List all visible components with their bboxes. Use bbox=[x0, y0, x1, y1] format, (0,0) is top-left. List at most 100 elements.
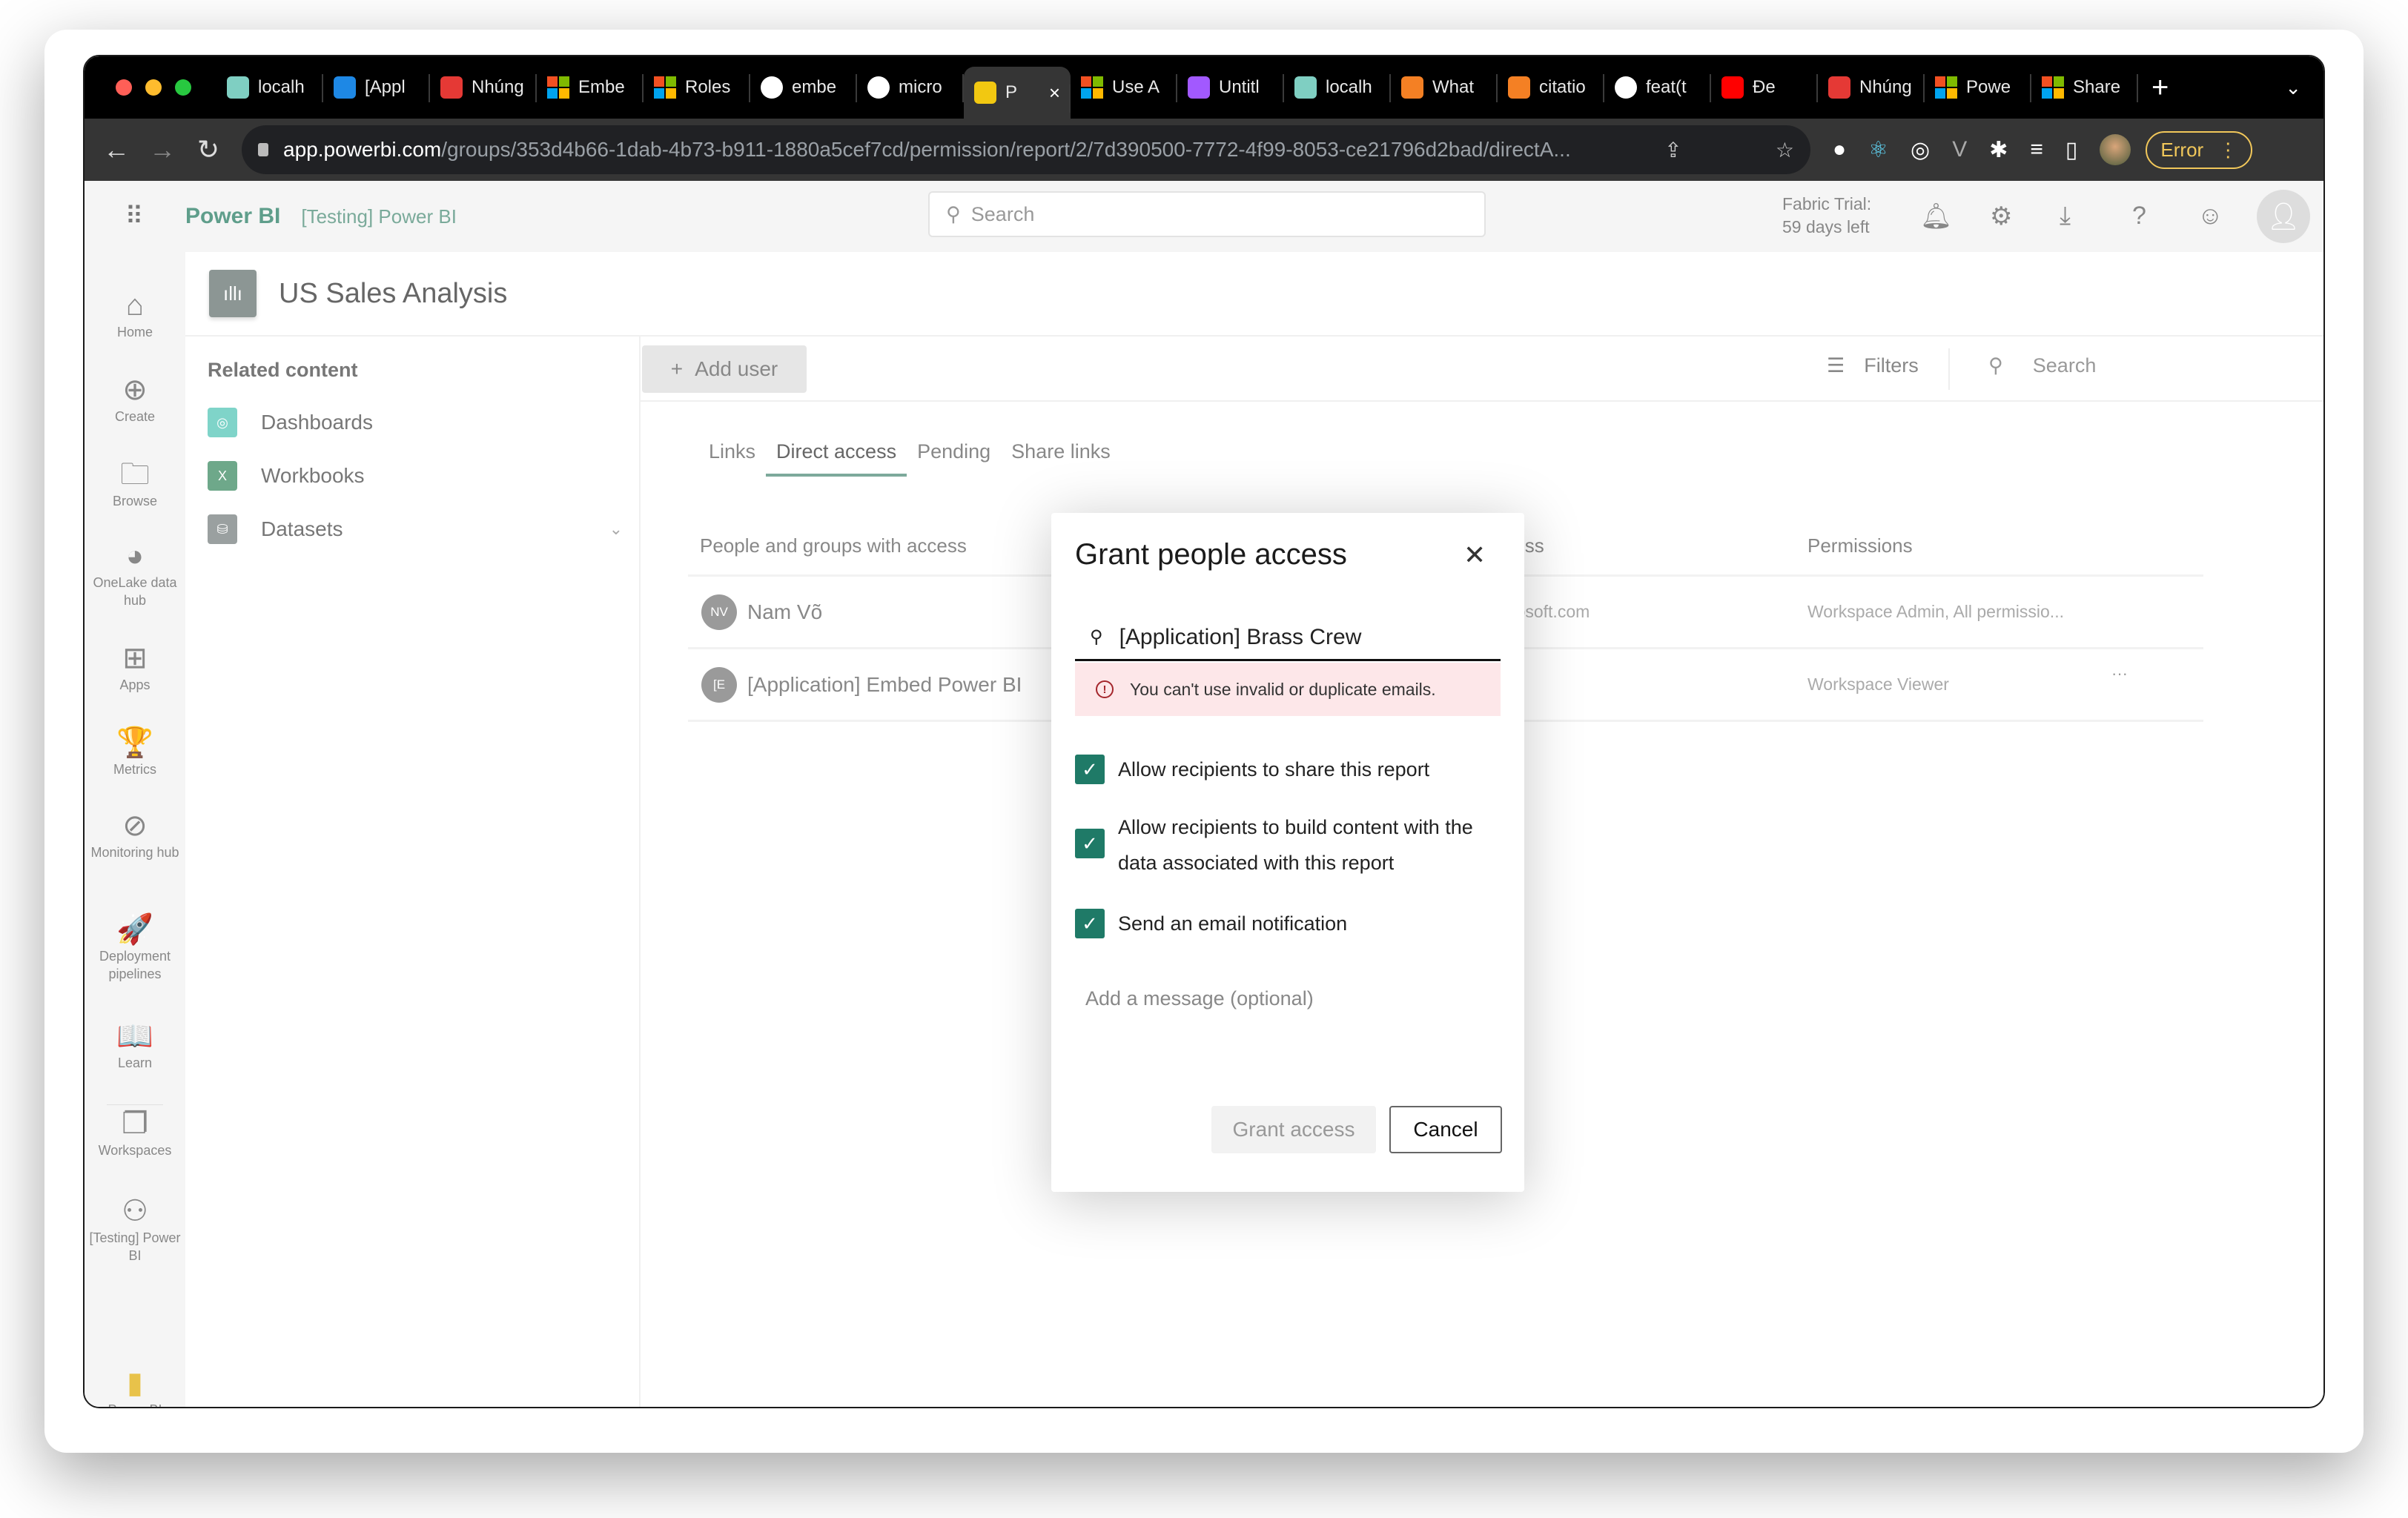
chevron-down-icon[interactable]: ⌄ bbox=[609, 520, 623, 539]
nav-item-powerbi-logo[interactable]: ▮ Power BI bbox=[85, 1365, 185, 1407]
column-header-people[interactable]: People and groups with access bbox=[700, 534, 967, 557]
email-notification-checkbox[interactable]: ✓ Send an email notification bbox=[1075, 906, 1501, 941]
browser-tab[interactable]: localh bbox=[216, 56, 323, 119]
tab-strip: localh [Appl Nhúng Embe Roles embe micro P × Use … bbox=[85, 56, 2323, 119]
browser-tab[interactable]: Untitl bbox=[1177, 56, 1284, 119]
browser-tab[interactable]: Nhúng bbox=[430, 56, 537, 119]
nav-item-workspaces[interactable]: ❐ Workspaces bbox=[85, 1106, 185, 1159]
grant-access-button[interactable]: Grant access bbox=[1211, 1106, 1376, 1153]
minimize-window-button[interactable] bbox=[145, 79, 162, 96]
nav-item-deployment-pipelines[interactable]: 🚀 Deployment pipelines bbox=[85, 912, 185, 983]
feedback-smiley-icon[interactable]: ☺ bbox=[2197, 202, 2223, 231]
browser-tab[interactable]: feat(t bbox=[1604, 56, 1711, 119]
url-input[interactable]: app.powerbi.com /groups/353d4b66-1dab-4b… bbox=[242, 125, 1810, 174]
new-tab-button[interactable]: + bbox=[2151, 71, 2169, 105]
youtube-icon bbox=[1721, 76, 1744, 99]
browser-tab[interactable]: Đe bbox=[1711, 56, 1818, 119]
nav-item-onelake[interactable]: ◕ OneLake data hub bbox=[85, 538, 185, 609]
tab-share-links[interactable]: Share links bbox=[1001, 440, 1121, 477]
browser-tab[interactable]: citatio bbox=[1498, 56, 1604, 119]
add-user-button[interactable]: + Add user bbox=[642, 345, 807, 393]
browser-tab[interactable]: Powe bbox=[1925, 56, 2031, 119]
browser-tab[interactable]: embe bbox=[750, 56, 857, 119]
more-options-icon[interactable]: ··· bbox=[2111, 664, 2128, 683]
nav-item-monitoring[interactable]: ⊘ Monitoring hub bbox=[85, 808, 185, 861]
microsoft-icon bbox=[1935, 76, 1957, 99]
cancel-button[interactable]: Cancel bbox=[1389, 1106, 1502, 1153]
browser-tab[interactable]: What bbox=[1391, 56, 1498, 119]
nav-item-learn[interactable]: 📖 Learn bbox=[85, 1018, 185, 1072]
nav-item-browse[interactable]: 🗀 Browse bbox=[85, 457, 185, 510]
forward-icon[interactable]: → bbox=[139, 134, 185, 165]
nav-item-workspace[interactable]: ⚇ [Testing] Power BI bbox=[85, 1193, 185, 1265]
search-icon: ⚲ bbox=[946, 202, 961, 225]
react-devtools-icon[interactable]: ⚛ bbox=[1868, 137, 1888, 163]
vue-devtools-icon[interactable]: V bbox=[1952, 137, 1967, 162]
maximize-window-button[interactable] bbox=[175, 79, 191, 96]
tab-title: localh bbox=[1326, 77, 1372, 97]
bell-icon[interactable]: 🔔︎ bbox=[1920, 202, 1952, 231]
nav-item-metrics[interactable]: 🏆 Metrics bbox=[85, 725, 185, 778]
gear-icon[interactable]: ⚙ bbox=[1990, 202, 2012, 231]
people-picker-input[interactable]: ⚲ [Application] Brass Crew bbox=[1075, 615, 1501, 661]
table-search-placeholder: Search bbox=[2032, 354, 2097, 377]
google-icon bbox=[761, 76, 783, 99]
deployment-pipelines-icon: 🚀 bbox=[116, 913, 153, 946]
nav-item-apps[interactable]: ⊞ Apps bbox=[85, 640, 185, 694]
nav-item-home[interactable]: ⌂ Home bbox=[85, 288, 185, 341]
reload-icon[interactable]: ↻ bbox=[185, 134, 231, 165]
share-report-checkbox[interactable]: ✓ Allow recipients to share this report bbox=[1075, 752, 1501, 787]
url-path: /groups/353d4b66-1dab-4b73-b911-1880a5ce… bbox=[441, 138, 1571, 161]
related-item-dashboards[interactable]: ◎ Dashboards bbox=[208, 408, 623, 437]
tab-direct-access[interactable]: Direct access bbox=[766, 440, 907, 477]
media-icon[interactable]: ≡ bbox=[2030, 137, 2043, 162]
target-extension-icon[interactable]: ◎ bbox=[1911, 137, 1930, 163]
error-button[interactable]: Error ⋮ bbox=[2146, 130, 2253, 169]
download-icon[interactable]: ⤓ bbox=[2060, 202, 2071, 231]
access-tabs: Links Direct access Pending Share links bbox=[698, 440, 1121, 477]
back-icon[interactable]: ← bbox=[93, 134, 139, 165]
browser-tab[interactable]: micro bbox=[857, 56, 964, 119]
app-launcher-icon[interactable]: ⠿ bbox=[85, 202, 185, 231]
user-avatar[interactable]: 👤︎ bbox=[2257, 190, 2310, 243]
browser-tabs: localh [Appl Nhúng Embe Roles embe micro P × Use … bbox=[216, 56, 2138, 119]
global-search-input[interactable]: ⚲ Search bbox=[928, 191, 1486, 237]
browser-tab[interactable]: Use A bbox=[1071, 56, 1177, 119]
puzzle-icon[interactable]: ✱ bbox=[1989, 137, 2008, 163]
browser-tab[interactable]: Embe bbox=[537, 56, 644, 119]
workspace-breadcrumb[interactable]: [Testing] Power BI bbox=[301, 205, 457, 228]
profile-avatar[interactable] bbox=[2100, 134, 2131, 165]
tab-links[interactable]: Links bbox=[698, 440, 766, 477]
brand-link[interactable]: Power BI bbox=[185, 204, 280, 229]
browser-tab[interactable]: Share bbox=[2031, 56, 2138, 119]
sidepanel-icon[interactable]: ▯ bbox=[2065, 137, 2078, 163]
add-user-label: Add user bbox=[695, 357, 778, 380]
column-header-permissions[interactable]: Permissions bbox=[1807, 534, 1913, 557]
message-textarea[interactable]: Add a message (optional) bbox=[1085, 987, 1314, 1010]
browser-tab[interactable]: Roles bbox=[644, 56, 750, 119]
filters-button[interactable]: ☰ Filters bbox=[1827, 354, 1919, 377]
checkmark-icon: ✓ bbox=[1075, 755, 1105, 784]
build-content-checkbox[interactable]: ✓ Allow recipients to build content with… bbox=[1075, 809, 1501, 881]
close-window-button[interactable] bbox=[116, 79, 132, 96]
close-tab-icon[interactable]: × bbox=[1049, 82, 1060, 105]
browser-tab[interactable]: [Appl bbox=[323, 56, 430, 119]
share-icon[interactable]: ⇪ bbox=[1650, 138, 1681, 162]
tab-list-chevron-icon[interactable]: ⌄ bbox=[2285, 76, 2301, 99]
tab-pending[interactable]: Pending bbox=[907, 440, 1001, 477]
browser-tab[interactable]: P × bbox=[964, 67, 1071, 119]
nav-item-create[interactable]: ⊕ Create bbox=[85, 372, 185, 425]
related-item-datasets[interactable]: ⛁ Datasets ⌄ bbox=[208, 514, 623, 544]
close-icon[interactable]: ✕ bbox=[1463, 540, 1486, 571]
browser-tab[interactable]: Nhúng bbox=[1818, 56, 1925, 119]
table-search-input[interactable]: ⚲ Search bbox=[1988, 354, 2096, 377]
azure-icon bbox=[334, 76, 356, 99]
browser-tab[interactable]: localh bbox=[1284, 56, 1391, 119]
d-icon bbox=[1828, 76, 1850, 99]
related-item-workbooks[interactable]: X Workbooks bbox=[208, 461, 623, 491]
trial-status[interactable]: Fabric Trial: 59 days left bbox=[1782, 193, 1871, 239]
json-extension-icon[interactable]: ● bbox=[1833, 137, 1846, 162]
star-icon[interactable]: ☆ bbox=[1761, 138, 1794, 162]
help-icon[interactable]: ? bbox=[2132, 202, 2146, 231]
nav-item-label: Create bbox=[114, 409, 156, 424]
